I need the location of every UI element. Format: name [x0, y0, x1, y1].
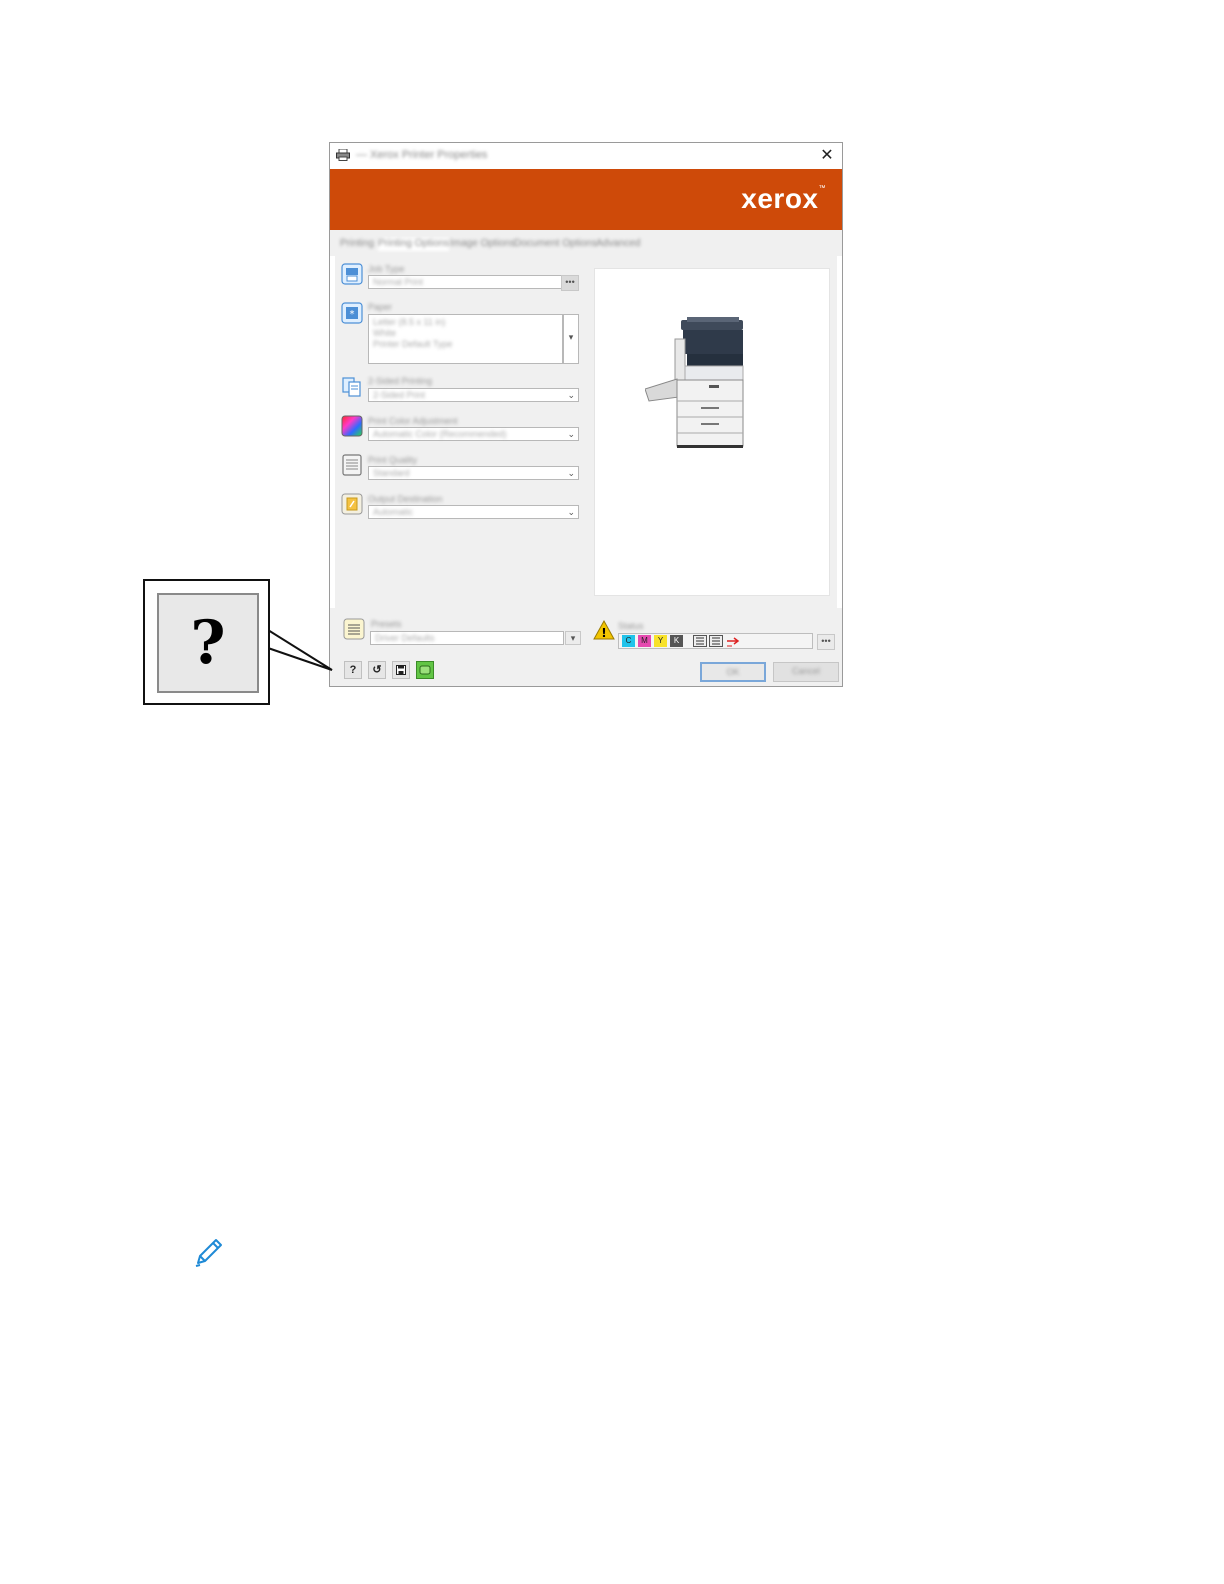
tab-document-options[interactable]: Document Options — [514, 238, 597, 251]
output-destination-label: Output Destination — [368, 494, 443, 504]
two-sided-icon — [342, 377, 361, 397]
color-label: Print Color Adjustment — [368, 416, 458, 426]
bottom-bar: Presets Driver Defaults ▾ ! Status C M Y… — [330, 608, 842, 686]
tab-printing[interactable]: Printing — [340, 238, 374, 251]
toner-magenta: M — [638, 635, 651, 647]
tray-icon — [693, 635, 707, 647]
tab-image-options[interactable]: Image Options — [450, 238, 515, 251]
ok-button[interactable]: OK — [700, 662, 766, 682]
chevron-down-icon: ⌄ — [567, 468, 575, 478]
printer-properties-dialog: — Xerox Printer Properties ✕ xerox™ Prin… — [329, 142, 843, 687]
color-icon — [341, 415, 363, 437]
chevron-down-icon: ⌄ — [567, 507, 575, 517]
xerox-logo: xerox™ — [741, 183, 826, 214]
presets-dropdown-button[interactable]: ▾ — [565, 631, 581, 645]
presets-icon — [343, 618, 365, 640]
color-select[interactable]: Automatic Color (Recommended) ⌄ — [368, 427, 579, 441]
help-callout: ? — [143, 579, 270, 705]
callout-pointer — [267, 629, 333, 671]
window-title: — Xerox Printer Properties — [356, 149, 488, 161]
options-panel: Job Type Normal Print ⌄ ••• * Paper Lett… — [335, 256, 837, 608]
job-type-more-button[interactable]: ••• — [561, 275, 579, 291]
tab-printing-options[interactable]: Printing Options — [378, 238, 450, 251]
help-button-enlarged: ? — [157, 593, 259, 693]
paper-summary-box[interactable]: Letter (8.5 x 11 in) White Printer Defau… — [368, 314, 563, 364]
print-quality-label: Print Quality — [368, 455, 418, 465]
two-sided-select[interactable]: 2-Sided Print ⌄ — [368, 388, 579, 402]
toner-yellow: Y — [654, 635, 667, 647]
tray-icon — [709, 635, 723, 647]
status-label: Status — [618, 621, 644, 631]
warning-icon: ! — [593, 620, 615, 640]
job-type-label: Job Type — [368, 264, 405, 274]
chevron-down-icon: ⌄ — [567, 390, 575, 400]
cancel-button[interactable]: Cancel — [773, 662, 839, 682]
svg-text:!: ! — [601, 626, 606, 640]
close-button[interactable]: ✕ — [816, 146, 838, 166]
print-quality-select[interactable]: Standard ⌄ — [368, 466, 579, 480]
presets-select[interactable]: Driver Defaults — [370, 631, 564, 645]
chevron-down-icon: ⌄ — [567, 429, 575, 439]
help-button[interactable]: ? — [344, 661, 362, 679]
title-bar: — Xerox Printer Properties ✕ — [330, 143, 842, 169]
note-pencil-icon — [195, 1239, 222, 1267]
options-column: Job Type Normal Print ⌄ ••• * Paper Lett… — [335, 256, 585, 608]
two-sided-label: 2-Sided Printing — [368, 376, 433, 386]
tab-advanced[interactable]: Advanced — [596, 238, 640, 251]
paper-label: Paper — [368, 302, 393, 312]
paper-dropdown-button[interactable]: ▾ — [563, 314, 579, 364]
paper-icon: * — [341, 302, 363, 324]
red-arrow-icon — [727, 637, 740, 647]
help-question-mark: ? — [190, 608, 226, 678]
printer-preview — [594, 268, 830, 596]
printer-icon — [336, 149, 350, 161]
job-type-select[interactable]: Normal Print ⌄ — [368, 275, 579, 289]
restore-defaults-button[interactable]: ↺ — [368, 661, 386, 679]
job-type-icon — [341, 263, 363, 285]
status-more-button[interactable]: ••• — [817, 634, 835, 650]
status-bar: C M Y K — [618, 633, 813, 649]
svg-text:*: * — [350, 309, 355, 320]
toner-black: K — [670, 635, 683, 647]
tab-strip: Printing Printing Options Image Options … — [330, 230, 842, 256]
eco-button[interactable] — [416, 661, 434, 679]
earth-smart-icon — [419, 665, 431, 675]
save-button[interactable] — [392, 661, 410, 679]
toner-cyan: C — [622, 635, 635, 647]
presets-label: Presets — [371, 619, 402, 629]
output-destination-icon — [341, 493, 363, 515]
printer-illustration — [645, 317, 744, 448]
print-quality-icon — [342, 454, 362, 476]
output-destination-select[interactable]: Automatic ⌄ — [368, 505, 579, 519]
brand-banner: xerox™ — [330, 169, 842, 230]
floppy-icon — [396, 665, 406, 675]
